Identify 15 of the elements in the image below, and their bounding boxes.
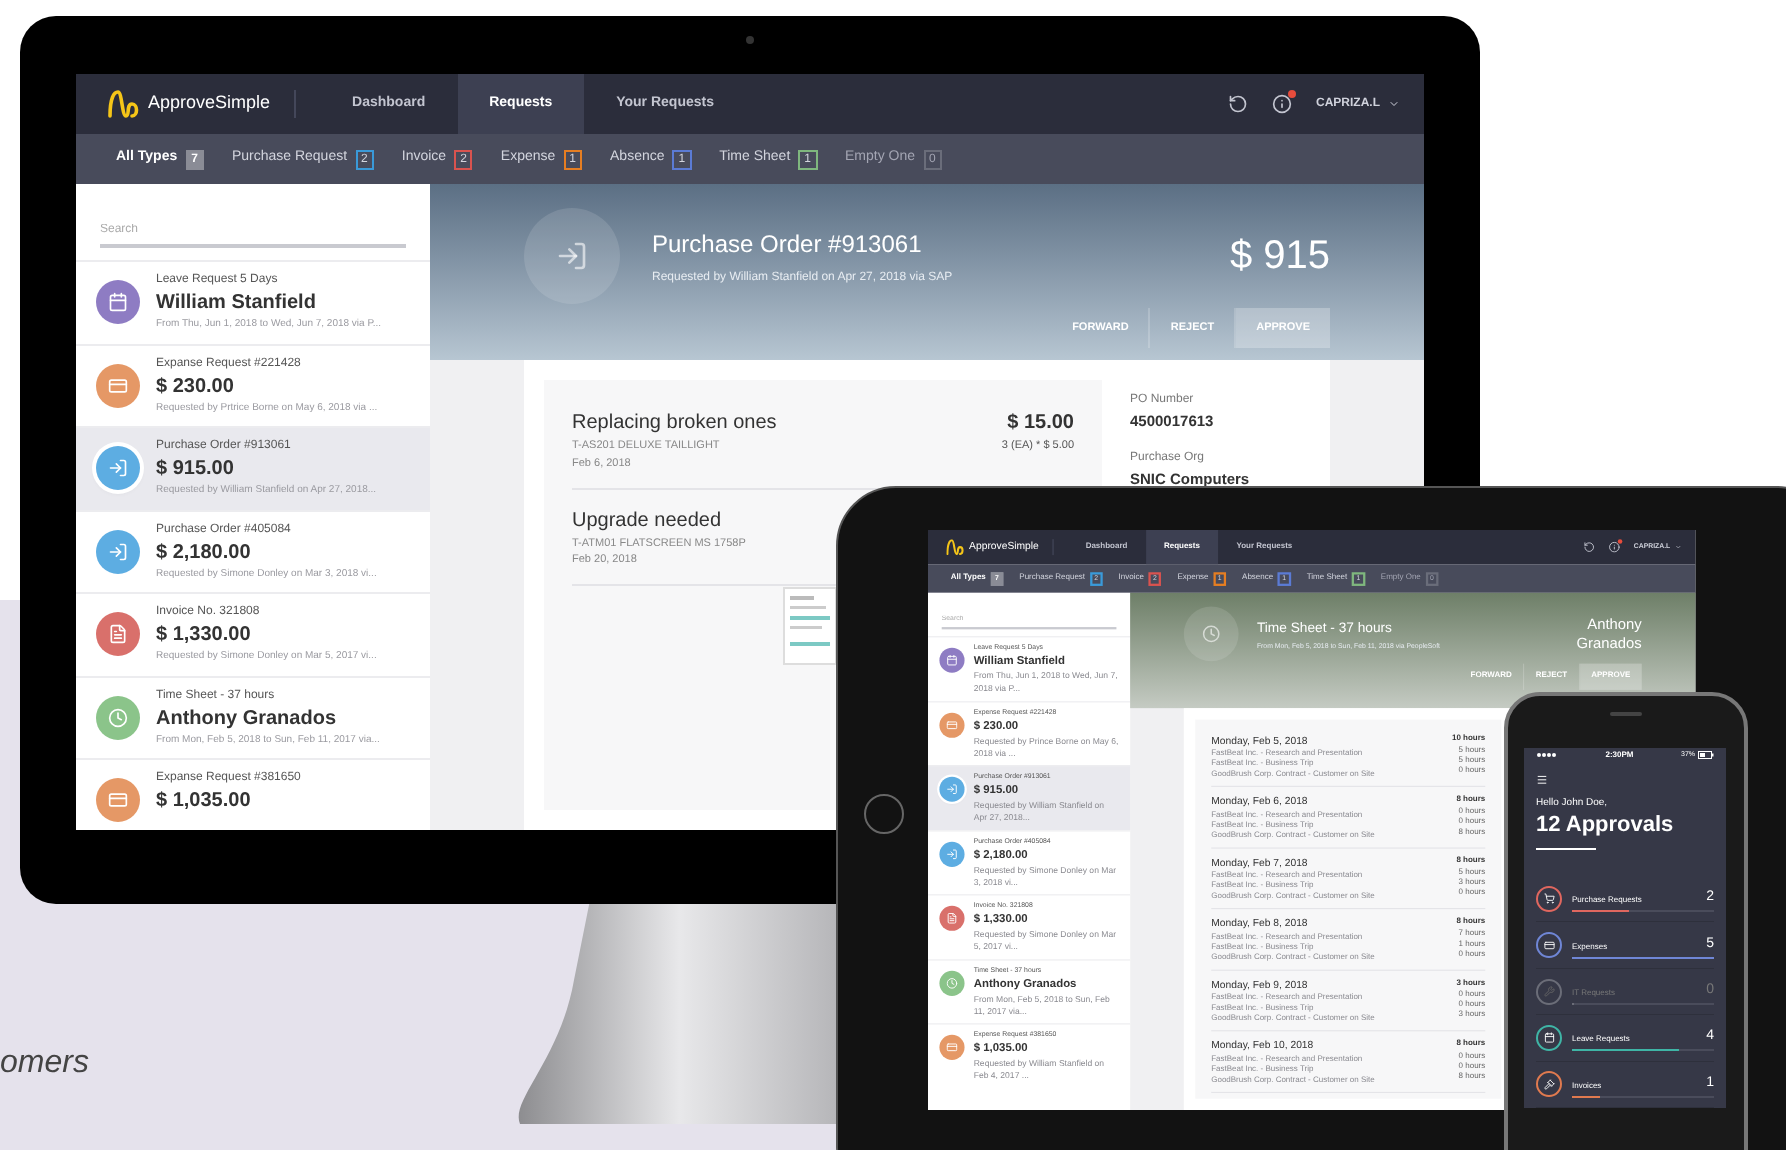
app-name: ApproveSimple (148, 90, 271, 117)
request-headline: $ 1,330.00 (156, 622, 253, 650)
request-headline: $ 1,035.00 (156, 788, 253, 816)
detail-amount: $ 915 (1229, 232, 1330, 282)
request-headline: Anthony Granados (156, 705, 339, 733)
line-title: Upgrade needed (572, 507, 724, 536)
request-headline: $ 230.00 (156, 373, 236, 401)
line-title: Replacing broken ones (572, 410, 777, 439)
request-headline: $ 915.00 (156, 456, 236, 484)
approvals-title: 12 Approvals (1536, 810, 1676, 839)
line-total: $ 15.00 (1007, 410, 1074, 439)
request-headline: William Stanfield (156, 290, 318, 318)
request-headline: $ 2,180.00 (156, 539, 253, 567)
tagline-text: omers (0, 1044, 89, 1084)
detail-title: Purchase Order #913061 (652, 227, 924, 261)
